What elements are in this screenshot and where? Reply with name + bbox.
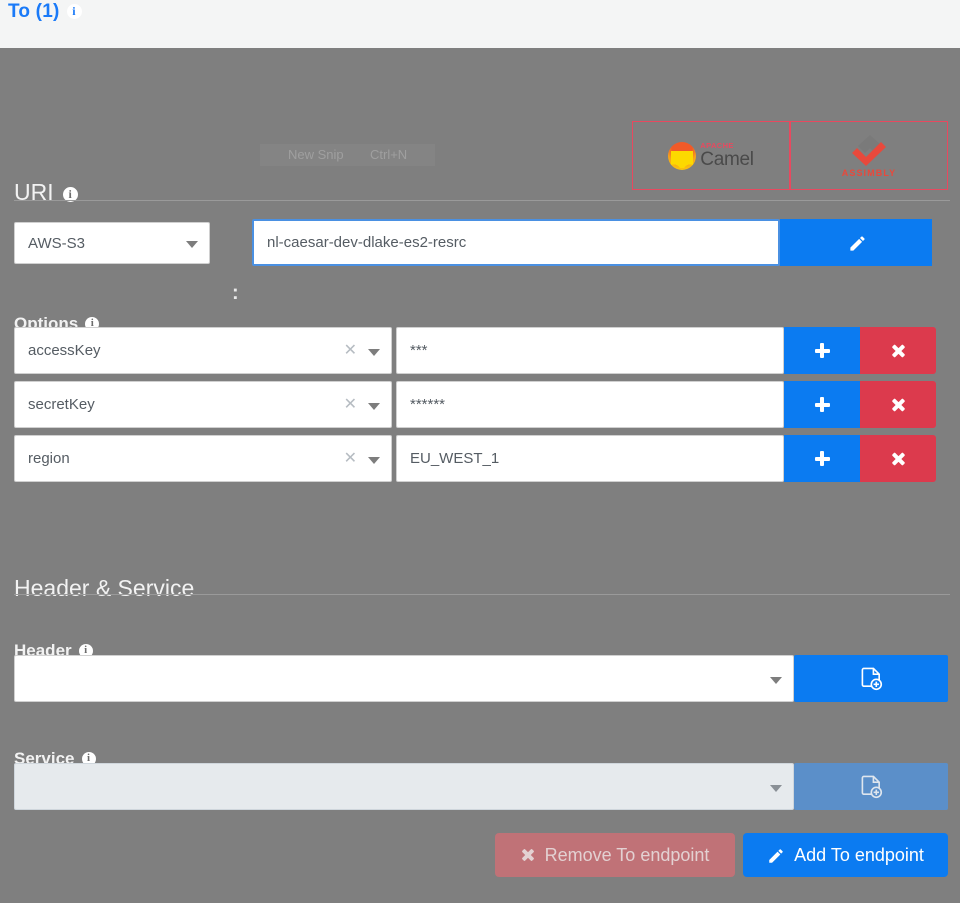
close-icon[interactable]: ✕ [344, 396, 357, 413]
uri-section-divider [14, 200, 950, 201]
option-key-value: secretKey [28, 396, 95, 413]
option-key-select[interactable]: region ✕ [14, 435, 392, 482]
option-remove-button[interactable] [860, 327, 936, 374]
option-add-button[interactable] [784, 435, 860, 482]
page-title-text: To (1) [8, 1, 60, 22]
close-icon [891, 397, 906, 412]
pencil-icon [848, 234, 865, 251]
header-service-divider [14, 594, 950, 595]
plus-icon [814, 397, 830, 412]
close-icon [891, 451, 906, 466]
file-add-icon [860, 667, 883, 691]
remove-endpoint-button[interactable]: Remove To endpoint [495, 833, 735, 877]
chevron-down-icon [368, 402, 380, 410]
option-remove-button[interactable] [860, 381, 936, 428]
header-add-button[interactable] [794, 655, 948, 702]
close-icon[interactable]: ✕ [344, 342, 357, 359]
option-value-text: EU_WEST_1 [410, 450, 500, 467]
option-key-select[interactable]: accessKey ✕ [14, 327, 392, 374]
service-add-button[interactable] [794, 763, 948, 810]
option-value-input[interactable]: EU_WEST_1 [396, 435, 784, 482]
chevron-down-icon [368, 348, 380, 356]
header-select[interactable] [14, 655, 794, 702]
option-key-value: region [28, 450, 70, 467]
uri-separator: : [232, 282, 239, 304]
option-key-value: accessKey [28, 342, 101, 359]
add-endpoint-label: Add To endpoint [794, 844, 924, 865]
option-remove-button[interactable] [860, 435, 936, 482]
option-key-select[interactable]: secretKey ✕ [14, 381, 392, 428]
chevron-down-icon [186, 241, 198, 248]
chevron-down-icon [770, 676, 782, 684]
service-select[interactable] [14, 763, 794, 810]
option-add-button[interactable] [784, 327, 860, 374]
chevron-down-icon [770, 784, 782, 792]
uri-section-title-text: URI [14, 179, 54, 206]
option-value-input[interactable]: *** [396, 327, 784, 374]
uri-edit-button[interactable] [780, 219, 932, 266]
header-service-section-title: Header & Service [14, 575, 195, 602]
plus-icon [814, 343, 830, 358]
add-endpoint-button[interactable]: Add To endpoint [743, 833, 948, 877]
uri-component-select[interactable]: AWS-S3 [14, 222, 210, 264]
page-title: To (1) [8, 1, 82, 23]
chevron-down-icon [368, 456, 380, 464]
uri-component-value: AWS-S3 [28, 234, 85, 252]
to-header-bar: To (1) [0, 0, 960, 48]
endpoint-panel: APACHE Camel ASSIMBLY New Snip Ctrl+N UR… [0, 48, 960, 903]
uri-path-value: nl-caesar-dev-dlake-es2-resrc [267, 234, 467, 251]
file-add-icon [860, 775, 883, 799]
uri-path-input[interactable]: nl-caesar-dev-dlake-es2-resrc [252, 219, 780, 266]
pencil-icon [767, 847, 784, 864]
option-value-input[interactable]: ****** [396, 381, 784, 428]
info-icon[interactable] [66, 3, 82, 20]
close-icon[interactable]: ✕ [344, 450, 357, 467]
close-icon [891, 343, 906, 358]
remove-endpoint-label: Remove To endpoint [544, 844, 710, 865]
option-value-text: *** [410, 342, 428, 359]
close-icon [521, 848, 535, 862]
uri-section-title: URI [14, 179, 78, 206]
plus-icon [814, 451, 830, 466]
option-value-text: ****** [410, 396, 446, 413]
endpoint-configuration-page: To (1) APACHE Camel [0, 0, 960, 903]
option-add-button[interactable] [784, 381, 860, 428]
